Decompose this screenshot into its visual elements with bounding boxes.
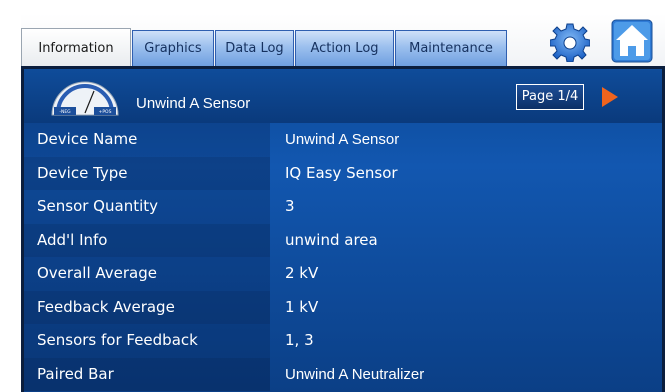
home-icon[interactable] [611,19,653,63]
tab-data-log[interactable]: Data Log [215,30,294,66]
row-label: Device Name [37,130,138,148]
row-value: 2 kV [285,264,319,282]
row-label: Sensors for Feedback [37,331,198,349]
gear-icon[interactable] [550,22,590,62]
tab-bar: Information Graphics Data Log Action Log… [21,14,665,66]
row-label: Paired Bar [37,364,114,383]
panel-header: -NEG +POS Unwind A Sensor Page 1/4 [24,69,662,123]
row-value: 1 kV [285,297,319,316]
row-label: Feedback Average [37,297,175,316]
info-panel: -NEG +POS Unwind A Sensor Page 1/4 Devic… [21,66,665,392]
tab-maintenance[interactable]: Maintenance [395,30,507,66]
row-label: Add'l Info [37,230,108,249]
tab-action-log[interactable]: Action Log [295,30,394,66]
row-value: Unwind A Sensor [285,131,400,148]
row-label: Sensor Quantity [37,197,159,215]
table-row: Feedback Average 1 kV [24,290,662,324]
row-value: 3 [285,197,295,215]
app-frame: Information Graphics Data Log Action Log… [21,14,665,392]
row-value: unwind area [285,230,378,249]
row-value: 1, 3 [285,331,314,349]
gauge-neg-label: -NEG [59,109,71,115]
tab-information[interactable]: Information [21,28,131,66]
table-row: Sensor Quantity 3 [24,190,662,224]
table-row: Paired Bar Unwind A Neutralizer [24,357,662,391]
tab-graphics[interactable]: Graphics [132,30,214,66]
table-row: Device Type IQ Easy Sensor [24,156,662,190]
page-indicator-button[interactable]: Page 1/4 [516,84,584,110]
row-value: IQ Easy Sensor [285,163,398,182]
table-row: Add'l Info unwind area [24,223,662,257]
next-page-arrow-icon[interactable] [602,87,618,107]
row-label: Device Type [37,163,128,182]
table-row: Device Name Unwind A Sensor [24,123,662,157]
info-table: Device Name Unwind A Sensor Device Type … [24,123,662,391]
sensor-title: Unwind A Sensor [136,95,251,112]
row-label: Overall Average [37,264,157,282]
gauge-pos-label: +POS [99,109,112,115]
table-row: Overall Average 2 kV [24,257,662,291]
gauge-icon: -NEG +POS [51,81,119,116]
table-row: Sensors for Feedback 1, 3 [24,324,662,358]
row-value: Unwind A Neutralizer [285,365,425,383]
